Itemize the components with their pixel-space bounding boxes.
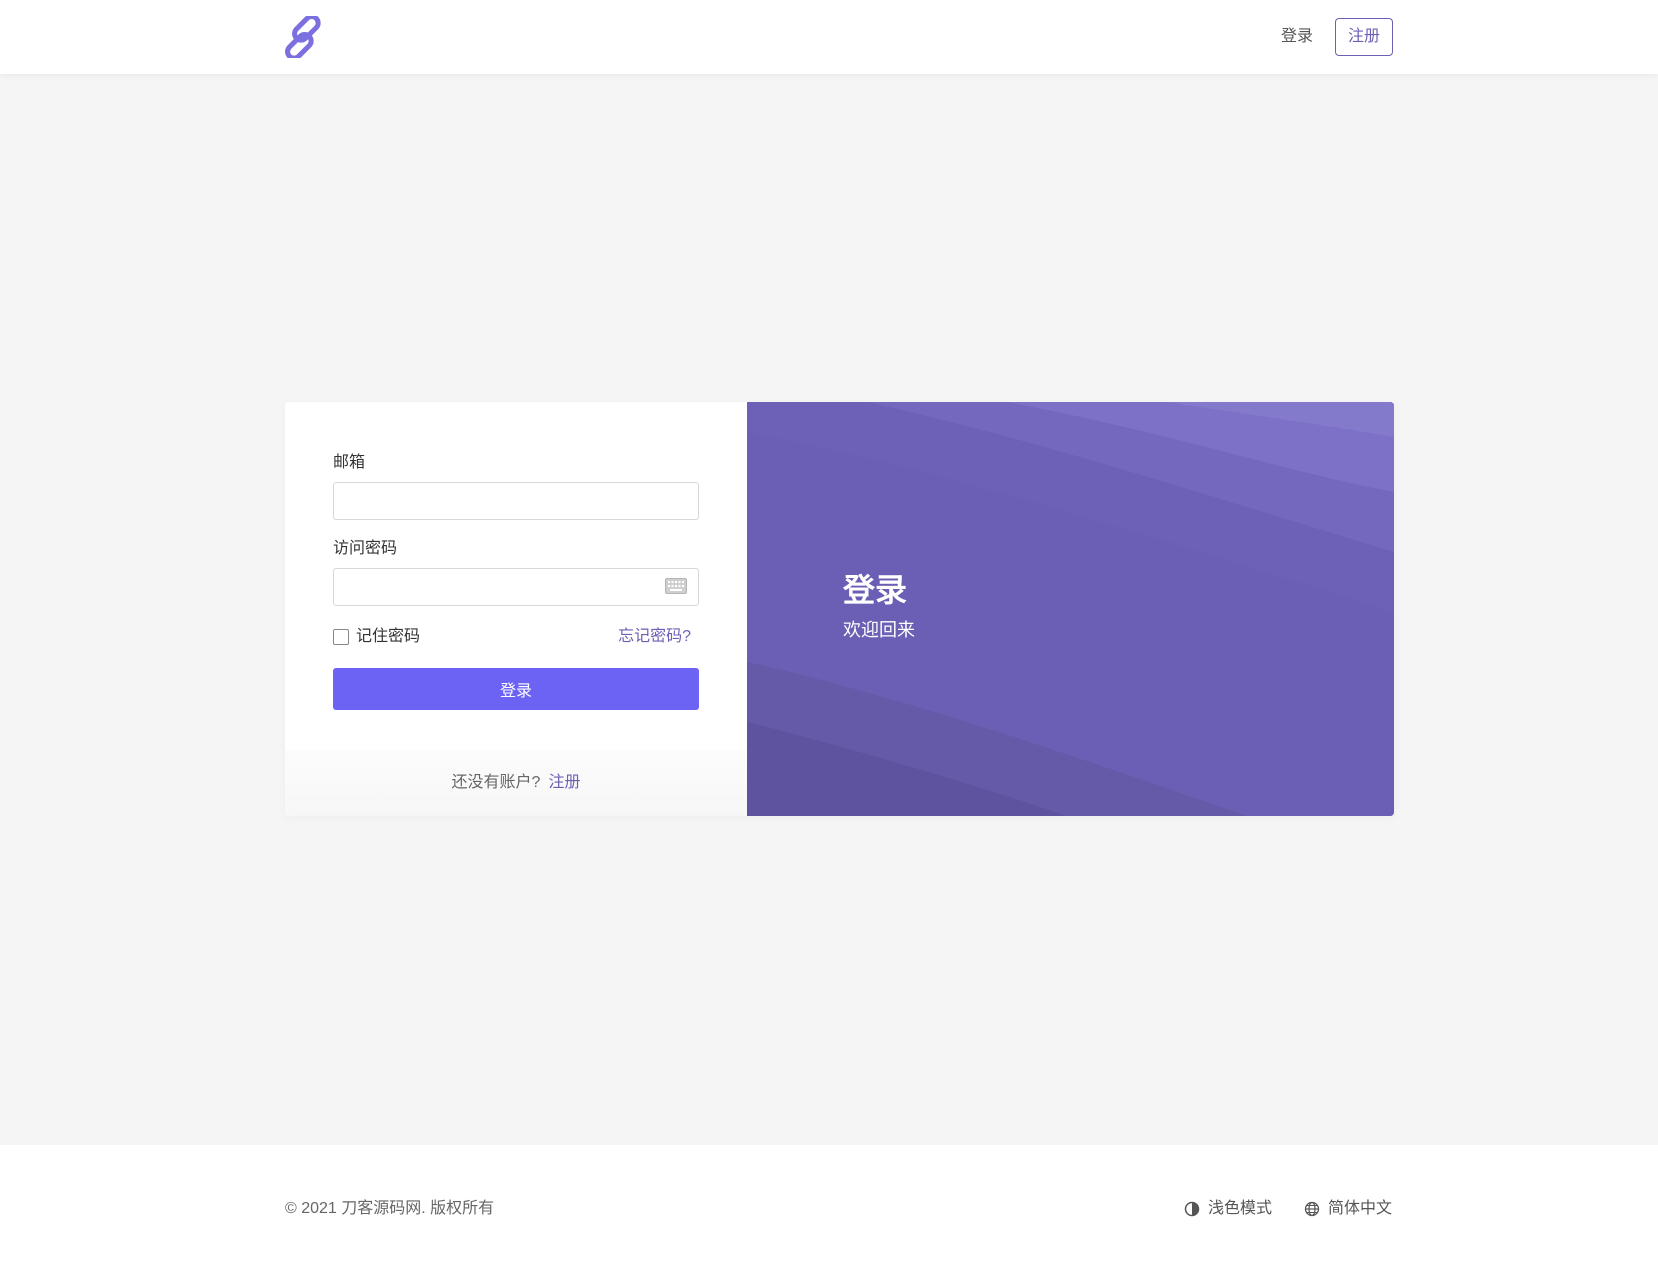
language-selector[interactable]: 简体中文 [1304, 1197, 1396, 1221]
no-account-text: 还没有账户? [451, 774, 541, 791]
language-label: 简体中文 [1328, 1200, 1393, 1217]
forgot-password-link[interactable]: 忘记密码? [618, 626, 691, 648]
remember-label[interactable]: 记住密码 [356, 626, 420, 648]
theme-label: 浅色模式 [1208, 1200, 1273, 1217]
password-field [333, 568, 699, 606]
email-label: 邮箱 [333, 454, 366, 471]
page-footer: © 2021 刀客源码网. 版权所有 浅色模式 简体中文 [0, 1145, 1658, 1272]
login-form: 邮箱 访问密码 记住密码 忘记密码? 登录 [333, 452, 699, 710]
password-label: 访问密码 [333, 540, 398, 557]
top-navbar: 登录 注册 [0, 0, 1658, 74]
hero-title: 登录 [843, 572, 908, 608]
email-input[interactable] [333, 482, 699, 520]
password-input[interactable] [333, 568, 699, 606]
welcome-hero-panel: 登录 欢迎回来 [747, 402, 1394, 816]
link-logo-icon[interactable] [282, 14, 324, 61]
globe-icon [1304, 1201, 1320, 1217]
keyboard-icon[interactable] [665, 578, 687, 594]
remember-checkbox[interactable] [333, 629, 349, 645]
hero-subtitle: 欢迎回来 [843, 620, 915, 640]
nav-login-link[interactable]: 登录 [1281, 24, 1313, 50]
login-submit-button[interactable]: 登录 [333, 668, 699, 710]
copyright-text: © 2021 刀客源码网. 版权所有 [285, 1200, 495, 1217]
nav-register-button[interactable]: 注册 [1335, 18, 1393, 56]
remember-row: 记住密码 忘记密码? [333, 626, 699, 648]
register-link[interactable]: 注册 [548, 774, 580, 791]
login-card: 邮箱 访问密码 记住密码 忘记密码? 登录 还没有账户? 注册 登录 欢迎回来 [285, 402, 1394, 816]
theme-toggle[interactable]: 浅色模式 [1184, 1197, 1276, 1221]
contrast-icon [1184, 1201, 1200, 1217]
form-footer: 还没有账户? 注册 [285, 750, 747, 816]
login-form-pane: 邮箱 访问密码 记住密码 忘记密码? 登录 还没有账户? 注册 [285, 402, 747, 816]
